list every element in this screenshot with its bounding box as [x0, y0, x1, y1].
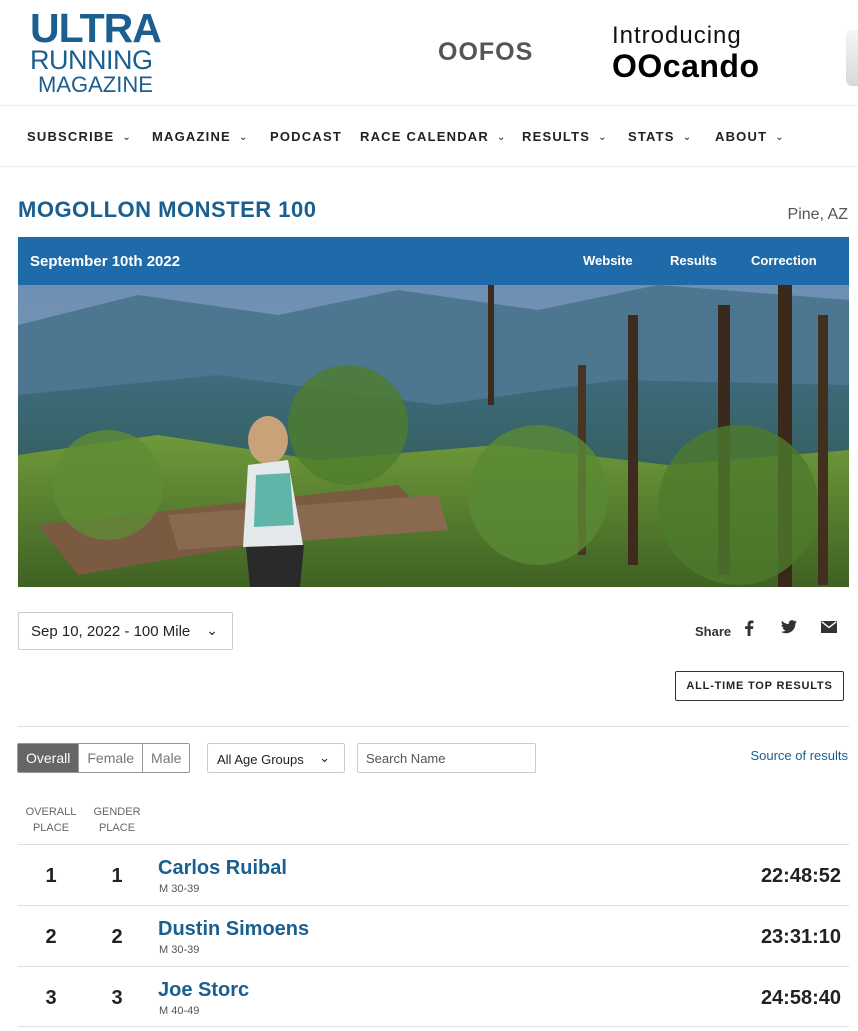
finish-time: 23:31:10	[760, 926, 841, 948]
ad-product-name[interactable]: OOcando	[612, 48, 760, 85]
gender-filter: Overall Female Male	[17, 743, 191, 773]
table-row: 1 1 Carlos Ruibal M 30-39 22:48:52	[18, 844, 849, 905]
gender-place: 3	[111, 987, 123, 1009]
runner-category: M 30-39	[159, 883, 200, 895]
runner-name-link[interactable]: Carlos Ruibal	[158, 857, 287, 880]
chevron-down-icon: ⌄	[497, 132, 507, 143]
all-time-top-results-button[interactable]: ALL-TIME TOP RESULTS	[675, 671, 844, 701]
email-icon[interactable]	[818, 620, 840, 640]
nav-magazine[interactable]: MAGAZINE ⌄	[152, 129, 249, 144]
nav-podcast-label: PODCAST	[270, 129, 342, 144]
chevron-down-icon: ⌄	[319, 750, 330, 765]
runner-category: M 30-39	[159, 944, 200, 956]
correction-link[interactable]: Correction	[751, 253, 817, 268]
ad-brand-logo[interactable]: OOFOS	[438, 38, 533, 67]
nav-magazine-label: MAGAZINE	[152, 129, 231, 144]
age-group-value: All Age Groups	[217, 752, 304, 767]
finish-time: 22:48:52	[760, 865, 841, 887]
chevron-down-icon: ⌄	[682, 132, 693, 143]
runner-name-link[interactable]: Joe Storc	[158, 979, 249, 1002]
chevron-down-icon: ⌄	[238, 132, 249, 143]
chevron-down-icon: ⌄	[122, 132, 132, 143]
overall-place-header: OVERALL PLACE	[16, 804, 86, 836]
nav-subscribe[interactable]: SUBSCRIBE ⌄	[27, 129, 132, 144]
overall-place-header-line2: PLACE	[32, 822, 70, 834]
main-nav: SUBSCRIBE ⌄ MAGAZINE ⌄ PODCAST RACE CALEND…	[0, 107, 858, 167]
divider	[18, 726, 849, 727]
overall-place: 3	[45, 987, 57, 1009]
site-logo[interactable]: ULTRA RUNNING MAGAZINE	[30, 8, 180, 96]
gender-place-header-line2: PLACE	[98, 822, 136, 834]
nav-about[interactable]: ABOUT ⌄	[715, 129, 785, 144]
nav-subscribe-label: SUBSCRIBE	[27, 129, 115, 144]
gender-place: 1	[111, 865, 123, 887]
finish-time: 24:58:40	[760, 987, 841, 1009]
ad-product-image[interactable]	[846, 30, 858, 86]
gender-place-header-line1: GENDER	[93, 806, 141, 818]
race-date: September 10th 2022	[30, 253, 181, 270]
nav-about-label: ABOUT	[715, 129, 768, 144]
results-table: 1 1 Carlos Ruibal M 30-39 22:48:52 2 2 D…	[18, 844, 849, 1027]
runner-category: M 40-49	[159, 1005, 200, 1017]
race-date-bar: September 10th 2022 Website Results Corr…	[18, 237, 849, 285]
tab-male[interactable]: Male	[143, 744, 189, 772]
logo-line-magazine: MAGAZINE	[38, 72, 153, 97]
race-hero-image	[18, 285, 849, 587]
gender-place: 2	[111, 926, 123, 948]
logo-line-ultra: ULTRA	[30, 5, 162, 51]
chevron-down-icon: ⌄	[598, 132, 608, 143]
age-group-select[interactable]: All Age Groups ⌄	[207, 743, 345, 773]
chevron-down-icon: ⌄	[206, 622, 218, 638]
race-location: Pine, AZ	[787, 206, 848, 223]
nav-podcast[interactable]: PODCAST	[270, 129, 342, 144]
nav-results[interactable]: RESULTS ⌄	[522, 129, 608, 144]
overall-place: 1	[45, 865, 57, 887]
overall-place: 2	[45, 926, 57, 948]
gender-place-header: GENDER PLACE	[82, 804, 152, 836]
tab-overall[interactable]: Overall	[18, 744, 80, 772]
ad-intro-text[interactable]: Introducing	[612, 22, 742, 50]
logo-line-running: RUNNING	[30, 45, 153, 75]
distance-select[interactable]: Sep 10, 2022 - 100 Mile ⌄	[18, 612, 233, 650]
nav-results-label: RESULTS	[522, 129, 591, 144]
table-row: 3 3 Joe Storc M 40-49 24:58:40	[18, 966, 849, 1027]
chevron-down-icon: ⌄	[775, 132, 785, 143]
nav-race-calendar-label: RACE CALENDAR	[360, 129, 489, 144]
distance-select-value: Sep 10, 2022 - 100 Mile	[31, 623, 191, 640]
website-link[interactable]: Website	[583, 253, 633, 268]
results-link[interactable]: Results	[670, 253, 717, 268]
source-of-results-link[interactable]: Source of results	[750, 748, 848, 763]
tab-female[interactable]: Female	[79, 744, 144, 772]
race-title: MOGOLLON MONSTER 100	[18, 197, 317, 222]
facebook-icon[interactable]	[738, 620, 760, 640]
twitter-icon[interactable]	[778, 620, 800, 640]
table-row: 2 2 Dustin Simoens M 30-39 23:31:10	[18, 905, 849, 966]
nav-stats[interactable]: STATS ⌄	[628, 129, 692, 144]
overall-place-header-line1: OVERALL	[25, 806, 77, 818]
nav-race-calendar[interactable]: RACE CALENDAR ⌄	[360, 129, 507, 144]
site-header: ULTRA RUNNING MAGAZINE OOFOS Introducing…	[0, 0, 858, 106]
nav-stats-label: STATS	[628, 129, 675, 144]
search-name-input[interactable]	[357, 743, 536, 773]
share-label: Share	[695, 624, 732, 639]
runner-name-link[interactable]: Dustin Simoens	[158, 918, 309, 941]
